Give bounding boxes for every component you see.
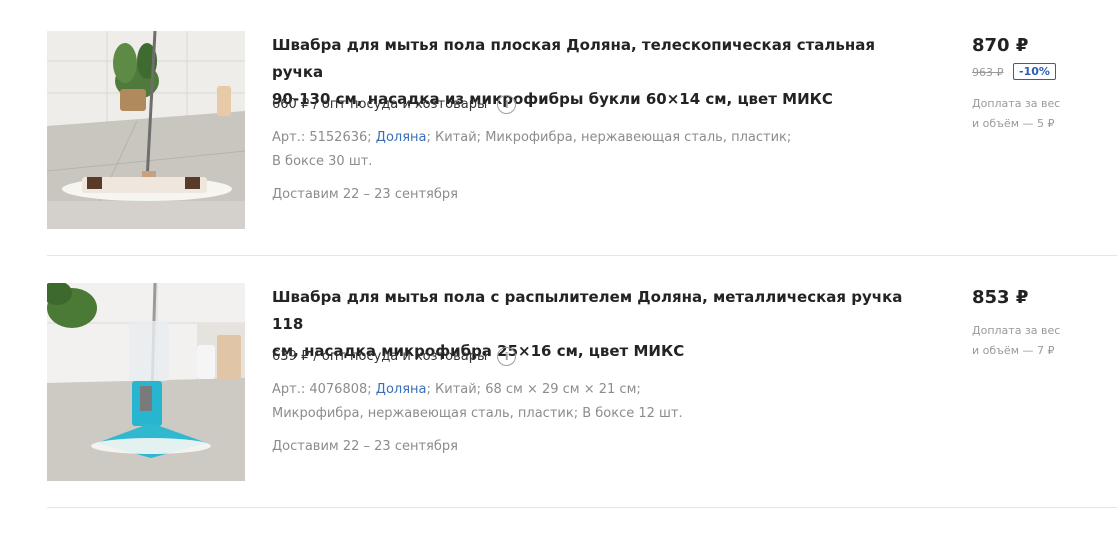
wholesale-label: 639 ₽ / опт посуда и хозтовары bbox=[272, 349, 488, 364]
wholesale-price: 639 ₽ / опт посуда и хозтовары i bbox=[272, 347, 517, 366]
divider bbox=[47, 507, 1117, 508]
surcharge-line: и объём — 5 ₽ bbox=[972, 117, 1055, 130]
title-line: Швабра для мытья пола с распылителем Дол… bbox=[272, 288, 903, 333]
product-attributes: Арт.: 5152636; Доляна; Китай; Микрофибра… bbox=[272, 126, 832, 174]
wholesale-price: 660 ₽ / опт посуда и хозтовары i bbox=[272, 95, 517, 114]
article-number: Арт.: 4076808; bbox=[272, 382, 372, 397]
info-icon[interactable]: i bbox=[497, 95, 517, 114]
product-attributes: Арт.: 4076808; Доляна; Китай; 68 см × 29… bbox=[272, 378, 832, 426]
attributes-text: ; Китай; Микрофибра, нержавеющая сталь, … bbox=[426, 130, 792, 145]
attributes-text: ; Китай; 68 см × 29 см × 21 см; bbox=[426, 382, 641, 397]
old-price: 963 ₽ bbox=[972, 66, 1004, 79]
flat-mop-photo-icon bbox=[47, 31, 245, 229]
product-card: Швабра для мытья пола с распылителем Дол… bbox=[0, 283, 1117, 533]
surcharge-line: и объём — 7 ₽ bbox=[972, 344, 1055, 357]
discount-badge: -10% bbox=[1013, 63, 1056, 80]
brand-link[interactable]: Доляна bbox=[376, 130, 427, 145]
attributes-text: Микрофибра, нержавеющая сталь, пластик; … bbox=[272, 406, 683, 421]
info-icon[interactable]: i bbox=[497, 347, 517, 366]
product-image[interactable] bbox=[47, 31, 245, 229]
surcharge-note: Доплата за вес и объём — 5 ₽ bbox=[972, 94, 1082, 134]
price: 870 ₽ bbox=[972, 35, 1029, 56]
surcharge-line: Доплата за вес bbox=[972, 97, 1061, 110]
wholesale-label: 660 ₽ / опт посуда и хозтовары bbox=[272, 97, 488, 112]
surcharge-note: Доплата за вес и объём — 7 ₽ bbox=[972, 321, 1082, 361]
delivery-date: Доставим 22 – 23 сентября bbox=[272, 439, 458, 454]
delivery-date: Доставим 22 – 23 сентября bbox=[272, 187, 458, 202]
title-line: Швабра для мытья пола плоская Доляна, те… bbox=[272, 36, 875, 81]
attributes-text: В боксе 30 шт. bbox=[272, 154, 373, 169]
article-number: Арт.: 5152636; bbox=[272, 130, 372, 145]
price: 853 ₽ bbox=[972, 287, 1029, 308]
product-image[interactable] bbox=[47, 283, 245, 481]
product-card: Швабра для мытья пола плоская Доляна, те… bbox=[0, 31, 1117, 281]
divider bbox=[47, 255, 1117, 256]
spray-mop-photo-icon bbox=[47, 283, 245, 481]
brand-link[interactable]: Доляна bbox=[376, 382, 427, 397]
surcharge-line: Доплата за вес bbox=[972, 324, 1061, 337]
